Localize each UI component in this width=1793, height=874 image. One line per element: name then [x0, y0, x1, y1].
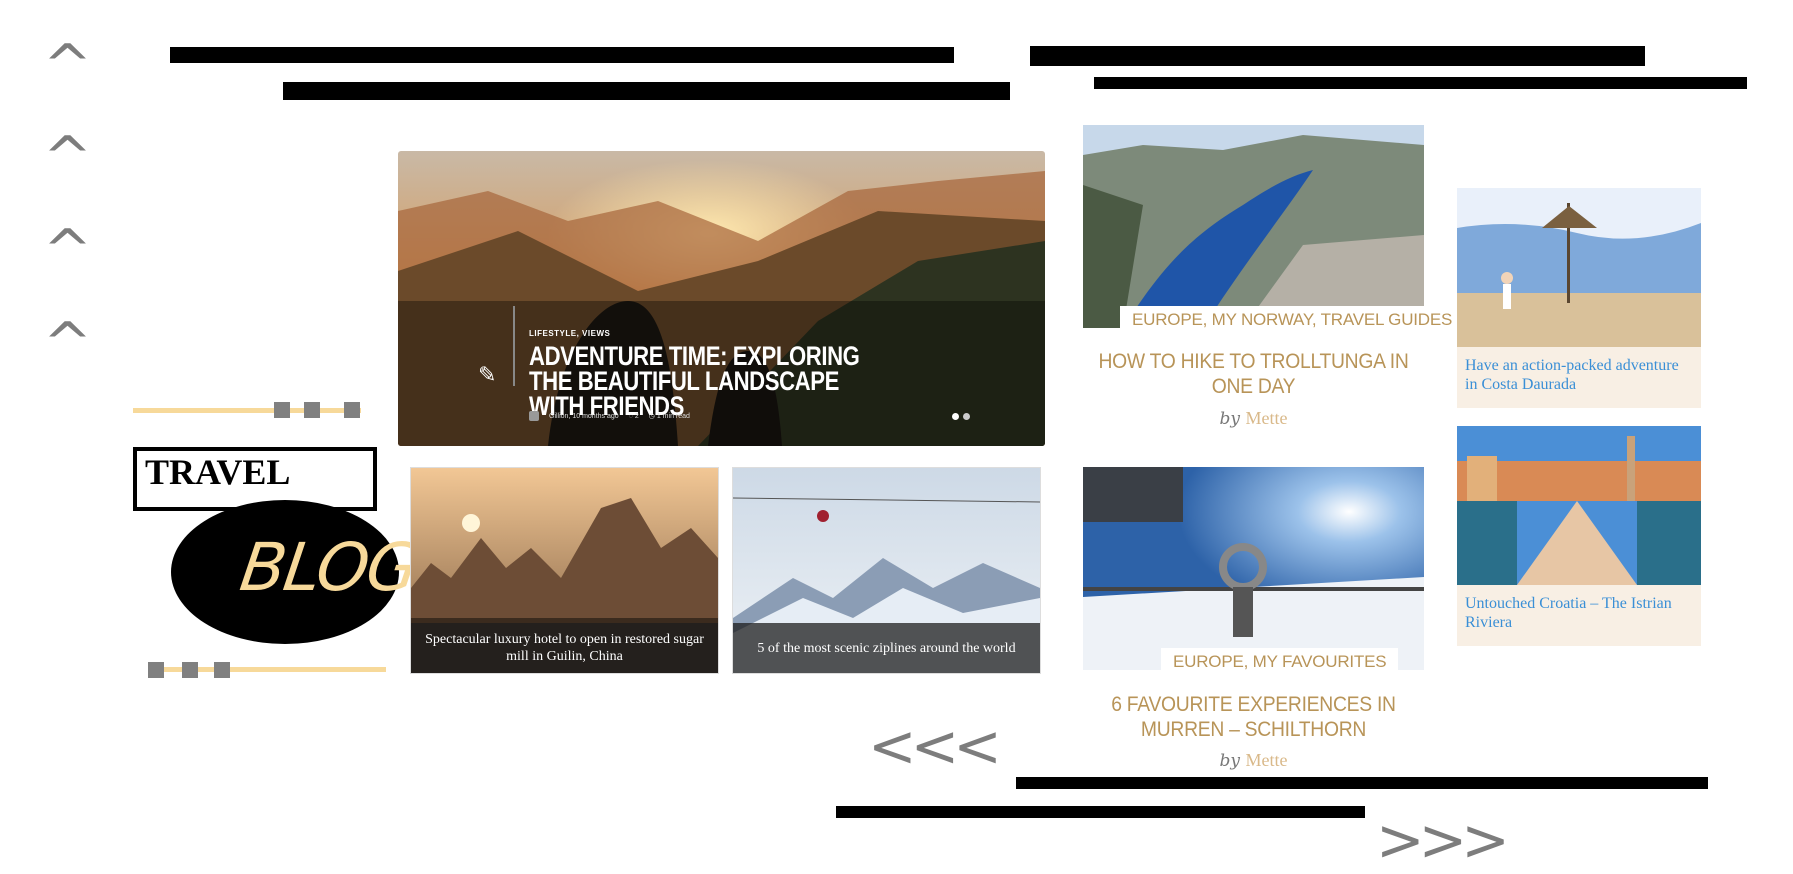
post-category[interactable]: EUROPE, MY FAVOURITES	[1161, 648, 1399, 676]
caret-up-icon: ^	[42, 311, 93, 376]
post-author[interactable]: Mette	[1245, 408, 1287, 428]
redaction-bar	[283, 82, 1010, 100]
hero-meta: Gillion, 10 months ago ◌ 2 ◷ 1 min read	[529, 411, 690, 421]
decor-square	[344, 402, 360, 418]
next-arrows[interactable]: >>>	[1376, 806, 1510, 874]
hero-comments[interactable]: 2	[635, 413, 639, 420]
post-image-murren[interactable]	[1083, 467, 1424, 670]
card-ziplines[interactable]: 5 of the most scenic ziplines around the…	[732, 467, 1041, 674]
side-card-caption[interactable]: Have an action-packed adventure in Costa…	[1465, 356, 1693, 394]
byline-by: by	[1219, 409, 1241, 429]
post-image-trolltunga[interactable]	[1083, 125, 1424, 328]
card-caption[interactable]: Spectacular luxury hotel to open in rest…	[411, 623, 718, 673]
hero-read-time: 1 min read	[656, 412, 690, 420]
decor-line	[133, 408, 361, 413]
prev-arrows[interactable]: <<<	[868, 712, 1002, 780]
redaction-bar	[836, 806, 1365, 818]
decor-square	[148, 662, 164, 678]
caret-up-icon: ^	[42, 33, 93, 98]
redaction-bar	[1094, 77, 1747, 89]
hero-category[interactable]: LIFESTYLE, VIEWS	[529, 329, 610, 338]
side-card-image	[1457, 426, 1701, 585]
byline-by: by	[1219, 751, 1241, 771]
caret-up-icon: ^	[42, 218, 93, 283]
slider-dot-active[interactable]	[952, 413, 959, 420]
post-author[interactable]: Mette	[1245, 750, 1287, 770]
side-card-image	[1457, 188, 1701, 347]
clock-icon: ◷	[648, 413, 655, 420]
decor-square	[214, 662, 230, 678]
decor-square	[304, 402, 320, 418]
hero-slider[interactable]: ✎ LIFESTYLE, VIEWS ADVENTURE TIME: EXPLO…	[398, 151, 1045, 446]
hero-author[interactable]: Gillion, 10 months ago	[549, 413, 619, 420]
post-category[interactable]: EUROPE, MY NORWAY, TRAVEL GUIDES	[1120, 306, 1465, 334]
post-byline: by Mette	[1083, 750, 1424, 771]
side-card-croatia[interactable]: Untouched Croatia – The Istrian Riviera	[1457, 426, 1701, 646]
logo[interactable]: TRAVEL BLOG	[133, 447, 422, 647]
logo-travel-text: TRAVEL	[145, 452, 291, 492]
post-title[interactable]: HOW TO HIKE TO TROLLTUNGA IN ONE DAY	[1097, 349, 1411, 399]
slider-dot[interactable]	[963, 413, 970, 420]
side-card-costa-daurada[interactable]: Have an action-packed adventure in Costa…	[1457, 188, 1701, 408]
card-guilin[interactable]: Spectacular luxury hotel to open in rest…	[410, 467, 719, 674]
avatar	[529, 411, 539, 421]
side-card-caption[interactable]: Untouched Croatia – The Istrian Riviera	[1465, 594, 1693, 632]
caret-up-icon: ^	[42, 125, 93, 190]
post-title[interactable]: 6 FAVOURITE EXPERIENCES IN MURREN – SCHI…	[1089, 692, 1417, 742]
hero-title[interactable]: ADVENTURE TIME: EXPLORING THE BEAUTIFUL …	[529, 343, 890, 420]
card-caption[interactable]: 5 of the most scenic ziplines around the…	[733, 623, 1040, 673]
logo-blog-text: BLOG	[235, 529, 422, 606]
hero-overlay-divider	[513, 306, 515, 386]
decor-square	[182, 662, 198, 678]
redaction-bar	[1016, 777, 1708, 789]
post-byline: by Mette	[1083, 408, 1424, 429]
redaction-bar	[1030, 46, 1645, 66]
pencil-icon[interactable]: ✎	[478, 363, 496, 388]
decor-square	[274, 402, 290, 418]
comment-icon: ◌	[628, 412, 633, 420]
redaction-bar	[170, 47, 954, 63]
